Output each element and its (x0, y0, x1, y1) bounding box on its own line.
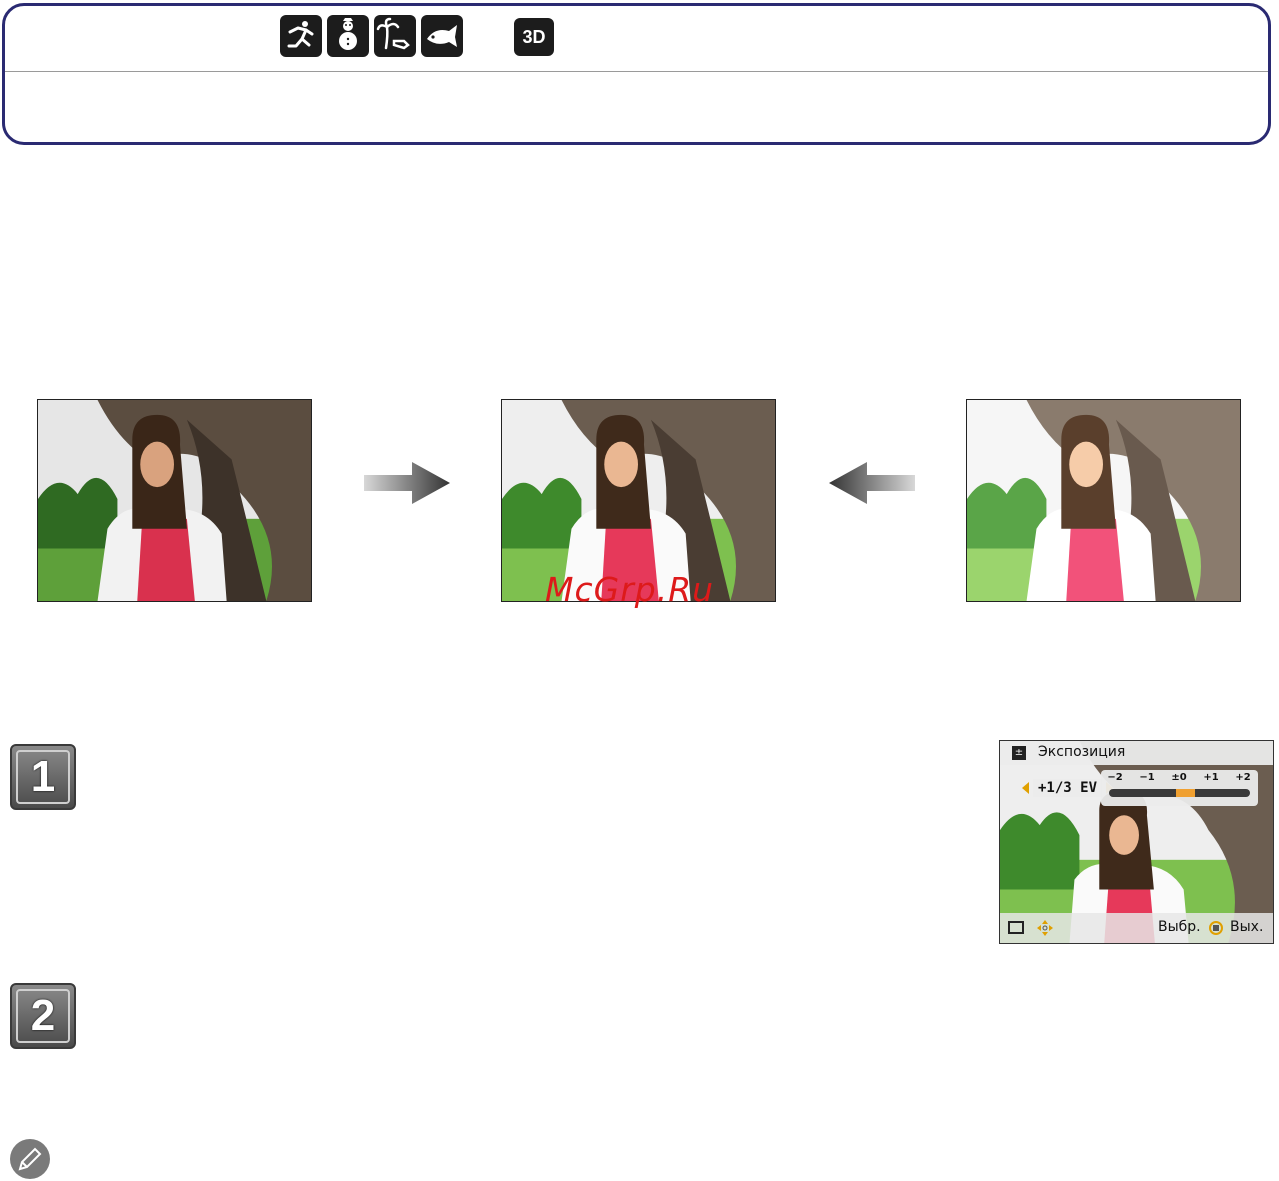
overexposed-photo (966, 399, 1241, 602)
exposure-icon: ± (1012, 746, 1026, 760)
cursor-keys-icon (1037, 920, 1053, 936)
screen-title-bar: ± Экспозиция (1000, 741, 1273, 765)
underwater-mode-icon (421, 15, 463, 57)
arrow-right-icon (364, 462, 450, 504)
select-label: Выбр. (1158, 919, 1201, 935)
sports-mode-icon (280, 15, 322, 57)
scale-label: −2 (1107, 772, 1123, 783)
menu-set-button-icon (1209, 921, 1223, 935)
scale-label: +1 (1203, 772, 1219, 783)
exposure-scale[interactable]: −2 −1 ±0 +1 +2 (1101, 770, 1258, 806)
exposure-marker (1175, 789, 1196, 797)
arrow-left-icon (829, 462, 915, 504)
scale-label: +2 (1235, 772, 1251, 783)
display-mode-icon (1008, 921, 1024, 934)
pencil-note-icon (10, 1139, 50, 1179)
exposure-value-selector[interactable]: +1/3 EV (1022, 777, 1114, 799)
screen-bottom-bar: Выбр. Вых. (1000, 913, 1273, 943)
step-2-number: 2 (16, 989, 70, 1043)
snow-mode-icon (327, 15, 369, 57)
screen-title: Экспозиция (1038, 744, 1126, 760)
beach-mode-icon (374, 15, 416, 57)
step-1-badge: 1 (10, 744, 76, 810)
3d-mode-label: 3D (522, 26, 546, 47)
left-arrow-icon[interactable] (1022, 782, 1029, 794)
header-divider (5, 71, 1268, 72)
scale-label: −1 (1139, 772, 1155, 783)
underexposed-photo (37, 399, 312, 602)
scale-label: ±0 (1171, 772, 1187, 783)
applicable-modes-header (2, 3, 1271, 145)
3d-mode-icon: 3D (514, 18, 554, 56)
camera-exposure-screen: ± Экспозиция +1/3 EV −2 −1 ±0 +1 +2 Выбр… (999, 740, 1274, 944)
step-1-number: 1 (16, 750, 70, 804)
watermark: McGrp.Ru (545, 570, 715, 609)
step-2-badge: 2 (10, 983, 76, 1049)
exit-label: Вых. (1230, 919, 1264, 935)
exposure-value: +1/3 EV (1033, 779, 1103, 797)
